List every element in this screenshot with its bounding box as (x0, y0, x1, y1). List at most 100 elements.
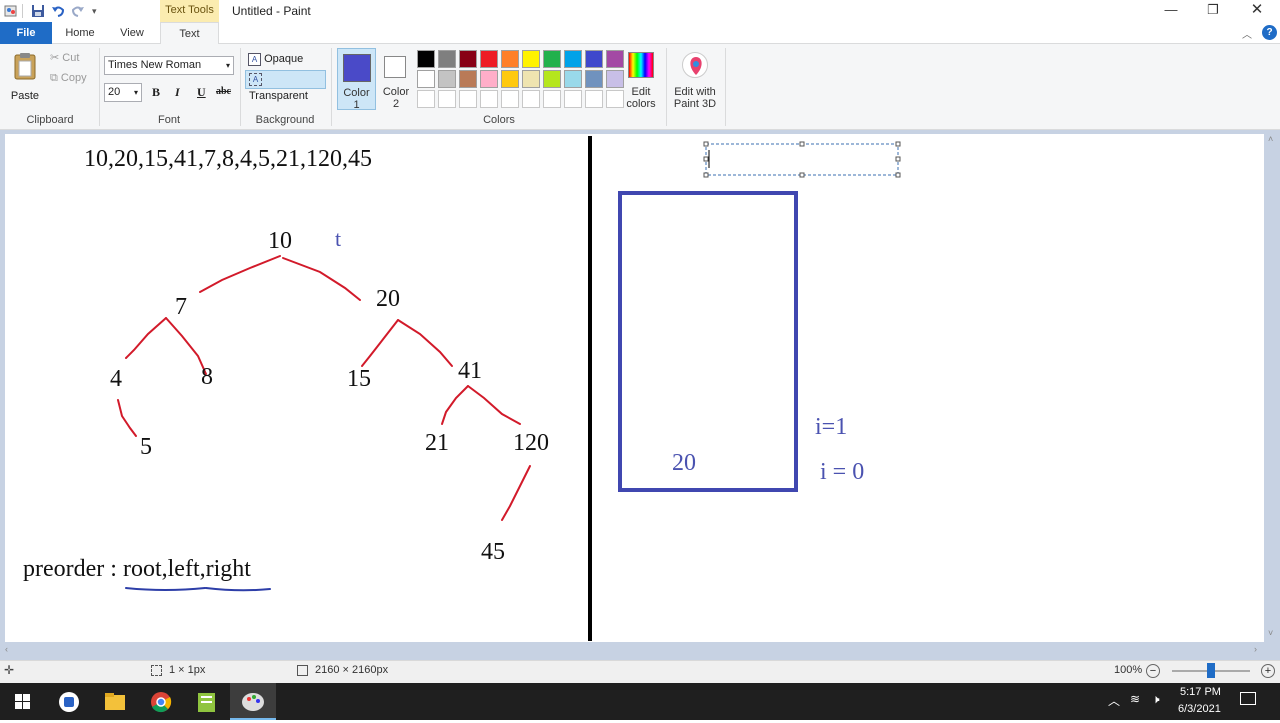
scroll-right-arrow[interactable]: › (1254, 644, 1257, 654)
custom-color-swatch[interactable] (438, 90, 456, 108)
custom-color-swatch[interactable] (543, 90, 561, 108)
node-4: 4 (110, 366, 122, 392)
label-i-equals-1: i=1 (815, 414, 848, 440)
shield-app-icon (59, 692, 79, 712)
drawing-strokes (117, 136, 901, 641)
edge-41-120 (467, 385, 521, 425)
underline-right (205, 587, 271, 592)
sequence-text: 10,20,15,41,7,8,4,5,21,120,45 (84, 146, 372, 172)
taskbar-app-notepad-plus[interactable] (184, 683, 230, 720)
node-5: 5 (140, 434, 152, 460)
underline-root-left (125, 587, 206, 591)
palette-swatch[interactable] (564, 50, 582, 68)
preorder-left: ,left, (161, 556, 206, 582)
start-button[interactable] (0, 683, 46, 720)
custom-color-swatch[interactable] (585, 90, 603, 108)
zoom-out-button[interactable]: − (1146, 664, 1160, 678)
text-selection-box (705, 143, 899, 176)
preorder-right: right (205, 556, 251, 582)
preorder-root: root (122, 556, 162, 582)
zoom-level: 100% (1114, 664, 1143, 676)
custom-color-swatch[interactable] (501, 90, 519, 108)
node-21: 21 (425, 430, 449, 456)
edge-120-45 (501, 465, 531, 521)
custom-color-swatch[interactable] (480, 90, 498, 108)
node-120: 120 (513, 430, 549, 456)
palette-swatch[interactable] (522, 70, 540, 88)
palette-swatch[interactable] (585, 70, 603, 88)
taskbar-app-file-explorer[interactable] (92, 683, 138, 720)
taskbar-app-chrome[interactable] (138, 683, 184, 720)
preorder-text: preorder : root,left,right (23, 556, 251, 583)
image-size-icon (297, 665, 308, 676)
scroll-down-arrow[interactable]: ˅ (1268, 628, 1273, 638)
scroll-up-arrow[interactable]: ˄ (1268, 134, 1273, 144)
palette-swatch[interactable] (564, 70, 582, 88)
wifi-icon[interactable]: ≋ (1130, 692, 1140, 706)
edge-4-5 (117, 399, 137, 437)
zoom-in-button[interactable]: + (1261, 664, 1275, 678)
edge-20-41 (397, 319, 453, 367)
selection-size-icon (151, 665, 162, 676)
windows-icon (15, 694, 30, 709)
notepad-icon (198, 693, 215, 712)
palette-swatch[interactable] (417, 50, 435, 68)
palette-swatch[interactable] (606, 70, 624, 88)
edge-20-15 (361, 319, 399, 367)
edge-7-4 (125, 317, 167, 359)
palette-swatch[interactable] (417, 70, 435, 88)
edge-7-8 (165, 317, 207, 375)
tray-chevron-up-icon[interactable]: ︿ (1108, 692, 1120, 709)
palette-swatch[interactable] (501, 70, 519, 88)
palette-swatch[interactable] (480, 70, 498, 88)
zoom-slider-thumb[interactable] (1207, 663, 1215, 678)
palette-swatch[interactable] (459, 70, 477, 88)
node-45: 45 (481, 539, 505, 565)
edge-10-20 (282, 257, 361, 301)
taskbar-app-security[interactable] (46, 683, 92, 720)
preorder-underlines (125, 587, 271, 592)
node-10: 10 (268, 228, 292, 254)
palette-swatch[interactable] (438, 50, 456, 68)
custom-color-swatch[interactable] (459, 90, 477, 108)
node-7: 7 (175, 294, 187, 320)
paint-palette-icon (242, 693, 264, 711)
preorder-prefix: preorder : (23, 556, 123, 582)
palette-swatch[interactable] (459, 50, 477, 68)
edge-41-21 (441, 385, 469, 425)
clock-date[interactable]: 6/3/2021 (1178, 703, 1221, 715)
palette-swatch[interactable] (501, 50, 519, 68)
edge-10-7 (199, 255, 281, 293)
custom-color-swatch[interactable] (522, 90, 540, 108)
scroll-left-arrow[interactable]: ‹ (5, 644, 8, 654)
clock-time[interactable]: 5:17 PM (1180, 686, 1221, 698)
palette-swatch[interactable] (543, 50, 561, 68)
folder-icon (105, 693, 125, 710)
taskbar-app-paint[interactable] (230, 683, 276, 720)
palette-swatch[interactable] (543, 70, 561, 88)
selection-size: 1 × 1px (169, 664, 206, 676)
node-15: 15 (347, 366, 371, 392)
palette-swatch[interactable] (480, 50, 498, 68)
node-8: 8 (201, 364, 213, 390)
node-41: 41 (458, 358, 482, 384)
palette-swatch[interactable] (438, 70, 456, 88)
palette-swatch[interactable] (585, 50, 603, 68)
notification-icon[interactable] (1240, 692, 1256, 705)
selection-handles (703, 141, 901, 178)
divider-line (588, 136, 592, 641)
label-t: t (335, 226, 342, 251)
chrome-icon (151, 692, 172, 713)
stack-box (618, 191, 798, 492)
palette-swatch[interactable] (606, 50, 624, 68)
image-size: 2160 × 2160px (315, 664, 389, 676)
custom-color-swatch[interactable] (417, 90, 435, 108)
label-i-equals-0: i = 0 (820, 459, 865, 485)
volume-muted-icon[interactable]: 🕨 (1152, 692, 1160, 707)
custom-color-swatch[interactable] (606, 90, 624, 108)
palette-swatch[interactable] (522, 50, 540, 68)
node-20: 20 (376, 286, 400, 312)
custom-color-swatch[interactable] (564, 90, 582, 108)
stack-value-20: 20 (672, 450, 696, 476)
move-cursor-icon: ✛ (4, 663, 15, 677)
